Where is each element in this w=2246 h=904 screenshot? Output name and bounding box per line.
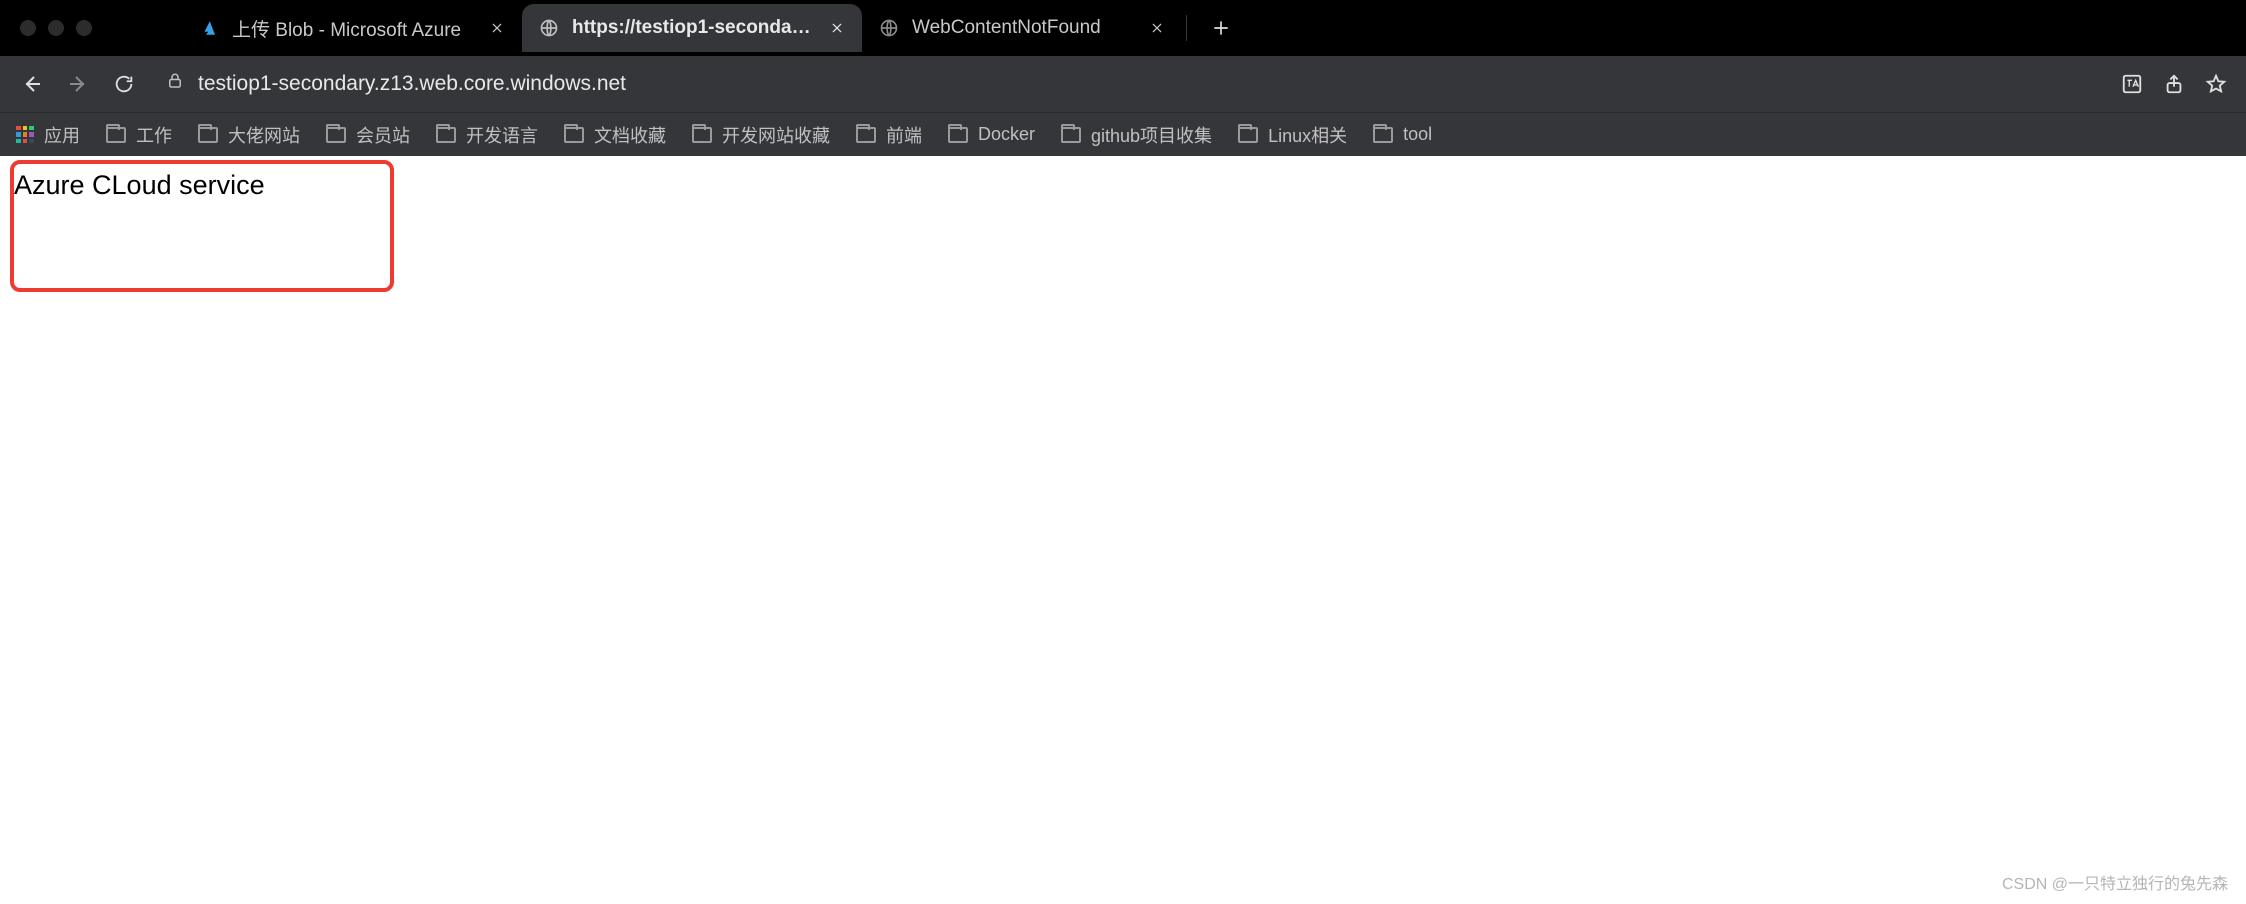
window-maximize-button[interactable]	[76, 20, 92, 36]
apps-button[interactable]: 应用	[16, 122, 80, 148]
page-content: Azure CLoud service CSDN @一只特立独行的兔先森	[0, 156, 2246, 904]
address-bar[interactable]: testiop1-secondary.z13.web.core.windows.…	[152, 64, 2106, 104]
tab-title: WebContentNotFound	[912, 17, 1136, 39]
bookmark-folder-dalao[interactable]: 大佬网站	[198, 122, 300, 148]
tab-title: 上传 Blob - Microsoft Azure	[232, 15, 476, 42]
tab-testiop1[interactable]: https://testiop1-secondary.z13	[522, 4, 862, 52]
bookmark-star-icon[interactable]	[2200, 68, 2232, 100]
folder-icon	[1373, 127, 1393, 143]
folder-icon	[564, 127, 584, 143]
back-button[interactable]	[14, 66, 50, 102]
bookmarks-bar: 应用 工作 大佬网站 会员站 开发语言 文档收藏 开发网站收藏 前端 Docke…	[0, 112, 2246, 156]
lock-icon[interactable]	[166, 72, 184, 96]
azure-icon	[198, 17, 220, 39]
annotation-highlight-box	[10, 160, 394, 292]
bookmark-folder-tool[interactable]: tool	[1373, 124, 1432, 145]
translate-icon[interactable]	[2116, 68, 2148, 100]
bookmark-folder-docker[interactable]: Docker	[948, 124, 1035, 145]
folder-icon	[856, 127, 876, 143]
bookmark-label: 会员站	[356, 122, 410, 148]
bookmark-folder-member[interactable]: 会员站	[326, 122, 410, 148]
forward-button[interactable]	[60, 66, 96, 102]
share-icon[interactable]	[2158, 68, 2190, 100]
tab-azure-upload[interactable]: 上传 Blob - Microsoft Azure	[182, 4, 522, 52]
bookmark-folder-github[interactable]: github项目收集	[1061, 122, 1212, 148]
apps-grid-icon	[16, 126, 34, 144]
window-controls	[20, 20, 92, 36]
bookmark-label: 工作	[136, 122, 172, 148]
watermark-text: CSDN @一只特立独行的兔先森	[2002, 870, 2228, 894]
folder-icon	[692, 127, 712, 143]
bookmark-label: Docker	[978, 124, 1035, 145]
tab-title: https://testiop1-secondary.z13	[572, 17, 816, 39]
toolbar: testiop1-secondary.z13.web.core.windows.…	[0, 56, 2246, 112]
folder-icon	[106, 127, 126, 143]
new-tab-button[interactable]	[1203, 10, 1239, 46]
folder-icon	[436, 127, 456, 143]
bookmark-label: tool	[1403, 124, 1432, 145]
bookmark-folder-devsites[interactable]: 开发网站收藏	[692, 122, 830, 148]
window-close-button[interactable]	[20, 20, 36, 36]
folder-icon	[1061, 127, 1081, 143]
tab-separator	[1186, 15, 1187, 41]
titlebar: 上传 Blob - Microsoft Azure https://testio…	[0, 0, 2246, 56]
folder-icon	[1238, 127, 1258, 143]
bookmark-label: 开发语言	[466, 122, 538, 148]
bookmark-label: 前端	[886, 122, 922, 148]
bookmark-label: 文档收藏	[594, 122, 666, 148]
bookmark-label: github项目收集	[1091, 122, 1212, 148]
folder-icon	[326, 127, 346, 143]
tab-webcontentnotfound[interactable]: WebContentNotFound	[862, 4, 1182, 52]
close-icon[interactable]	[488, 19, 506, 37]
close-icon[interactable]	[1148, 19, 1166, 37]
bookmark-folder-docs[interactable]: 文档收藏	[564, 122, 666, 148]
tab-strip: 上传 Blob - Microsoft Azure https://testio…	[182, 0, 2246, 56]
globe-icon	[538, 17, 560, 39]
bookmark-label: 开发网站收藏	[722, 122, 830, 148]
apps-label: 应用	[44, 122, 80, 148]
bookmark-folder-frontend[interactable]: 前端	[856, 122, 922, 148]
url-text: testiop1-secondary.z13.web.core.windows.…	[198, 72, 626, 96]
reload-button[interactable]	[106, 66, 142, 102]
toolbar-right	[2116, 68, 2232, 100]
bookmark-label: Linux相关	[1268, 122, 1347, 148]
close-icon[interactable]	[828, 19, 846, 37]
bookmark-label: 大佬网站	[228, 122, 300, 148]
bookmark-folder-linux[interactable]: Linux相关	[1238, 122, 1347, 148]
bookmark-folder-work[interactable]: 工作	[106, 122, 172, 148]
folder-icon	[198, 127, 218, 143]
globe-icon	[878, 17, 900, 39]
bookmark-folder-devlang[interactable]: 开发语言	[436, 122, 538, 148]
folder-icon	[948, 127, 968, 143]
window-minimize-button[interactable]	[48, 20, 64, 36]
browser-chrome: 上传 Blob - Microsoft Azure https://testio…	[0, 0, 2246, 156]
